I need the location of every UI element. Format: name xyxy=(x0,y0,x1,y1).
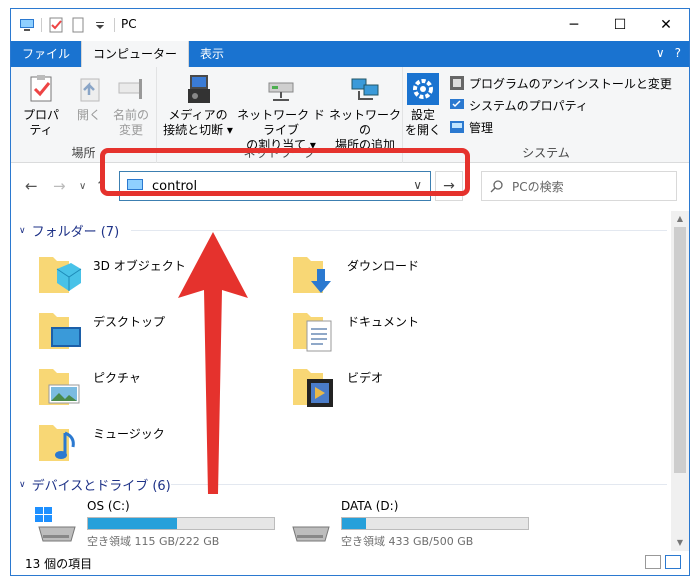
tab-view[interactable]: 表示 xyxy=(189,41,235,67)
settings-gear-icon xyxy=(407,73,439,105)
maximize-button[interactable]: ☐ xyxy=(597,9,643,41)
back-button[interactable]: ← xyxy=(25,177,38,195)
rename-button[interactable]: 名前の 変更 xyxy=(109,73,153,138)
folder-item[interactable]: ピクチャ xyxy=(37,363,141,409)
network-location-icon xyxy=(351,78,379,100)
media-connect-button[interactable]: メディアの 接続と切断 ▾ xyxy=(163,73,233,138)
map-network-drive-button[interactable]: ネットワーク ドライブ の割り当て ▾ xyxy=(235,73,327,153)
open-icon xyxy=(80,78,100,102)
details-view-button[interactable] xyxy=(645,555,661,569)
open-settings-button[interactable]: 設定 を開く xyxy=(405,73,441,138)
uninstall-icon xyxy=(450,76,464,90)
rename-icon xyxy=(118,79,142,99)
window-title: PC xyxy=(121,17,137,31)
drive-free-space: 空き領域 433 GB/500 GB xyxy=(341,535,474,548)
scroll-thumb[interactable] xyxy=(674,227,686,473)
properties-check-icon[interactable] xyxy=(48,17,64,33)
content-pane: ∨ フォルダー (7) 3D オブジェクト ダウンロード デスクトップ ドキュメ… xyxy=(11,211,671,551)
address-highlight-frame xyxy=(100,148,470,196)
folders-group-header[interactable]: ∨ フォルダー (7) xyxy=(19,221,119,240)
folder-item[interactable]: 3D オブジェクト xyxy=(37,251,186,297)
drive-usage-fill xyxy=(88,518,178,529)
search-input[interactable]: PCの検索 xyxy=(481,171,677,201)
drive-name: OS (C:) xyxy=(87,499,130,513)
drive-usage-bar xyxy=(341,517,529,530)
chevron-down-icon: ∨ xyxy=(19,479,26,490)
add-network-location-button[interactable]: ネットワークの 場所の追加 xyxy=(329,73,401,153)
chevron-down-icon: ∨ xyxy=(19,225,26,236)
vertical-scrollbar[interactable]: ▲ ▼ xyxy=(671,211,689,551)
3d-objects-icon xyxy=(39,257,82,293)
drives-group-header[interactable]: ∨ デバイスとドライブ (6) xyxy=(19,475,171,494)
search-placeholder: PCの検索 xyxy=(512,179,564,194)
status-bar: 13 個の項目 xyxy=(11,551,689,575)
folder-item[interactable]: ダウンロード xyxy=(291,251,419,297)
close-button[interactable]: ✕ xyxy=(643,9,689,41)
pc-icon xyxy=(20,19,34,31)
manage-button[interactable]: 管理 xyxy=(449,117,493,137)
drive-item[interactable]: DATA (D:) 空き領域 433 GB/500 GB xyxy=(287,499,529,549)
pictures-icon xyxy=(39,369,80,405)
search-icon xyxy=(490,180,503,193)
red-arrow-annotation xyxy=(178,232,248,494)
folder-item[interactable]: ビデオ xyxy=(291,363,383,409)
folder-item[interactable]: ミュージック xyxy=(37,419,165,465)
documents-icon xyxy=(293,313,332,352)
system-properties-icon xyxy=(450,99,464,109)
explorer-window: PC ─ ☐ ✕ ファイル コンピューター 表示 ∨ ? プロパティ 開く 名前… xyxy=(10,8,690,576)
ribbon-tab-bar: ファイル コンピューター 表示 ∨ ? xyxy=(11,41,689,67)
scroll-down-button[interactable]: ▼ xyxy=(671,535,689,551)
title-bar: PC ─ ☐ ✕ xyxy=(11,9,689,41)
customize-toolbar-icon[interactable] xyxy=(92,17,108,33)
item-count: 13 個の項目 xyxy=(25,557,93,571)
properties-icon xyxy=(30,75,52,102)
drive-usage-bar xyxy=(87,517,275,530)
folder-item[interactable]: ドキュメント xyxy=(291,307,419,353)
desktop-icon xyxy=(39,313,81,349)
drive-item[interactable]: OS (C:) 空き領域 115 GB/222 GB xyxy=(33,499,275,549)
large-icons-view-button[interactable] xyxy=(665,555,681,569)
quick-access-toolbar xyxy=(19,17,115,33)
properties-button[interactable]: プロパティ xyxy=(17,73,65,138)
forward-button[interactable]: → xyxy=(53,177,66,195)
media-icon xyxy=(188,75,210,103)
manage-icon xyxy=(450,121,464,133)
drive-info: OS (C:) 空き領域 115 GB/222 GB xyxy=(87,499,275,549)
view-toggle xyxy=(645,555,681,569)
scroll-up-button[interactable]: ▲ xyxy=(671,211,689,227)
expand-ribbon-button[interactable]: ∨ xyxy=(656,46,665,60)
minimize-button[interactable]: ─ xyxy=(551,9,597,41)
downloads-icon xyxy=(293,257,331,293)
tab-computer[interactable]: コンピューター xyxy=(81,41,190,67)
drive-info: DATA (D:) 空き領域 433 GB/500 GB xyxy=(341,499,529,549)
drive-name: DATA (D:) xyxy=(341,499,399,513)
group-divider xyxy=(131,230,667,231)
window-controls: ─ ☐ ✕ xyxy=(551,9,689,41)
folder-item[interactable]: デスクトップ xyxy=(37,307,165,353)
new-document-icon[interactable] xyxy=(70,17,86,33)
system-properties-button[interactable]: システムのプロパティ xyxy=(449,95,588,115)
videos-icon xyxy=(293,369,333,407)
drive-icon xyxy=(292,526,330,542)
help-button[interactable]: ? xyxy=(675,46,681,60)
tab-file[interactable]: ファイル xyxy=(11,41,81,67)
drive-free-space: 空き領域 115 GB/222 GB xyxy=(87,535,220,548)
open-button[interactable]: 開く xyxy=(71,73,107,123)
windows-drive-icon xyxy=(35,507,76,542)
network-drive-icon xyxy=(268,82,294,101)
recent-locations-button[interactable]: ∨ xyxy=(79,181,86,192)
music-icon xyxy=(39,425,75,461)
uninstall-programs-button[interactable]: プログラムのアンインストールと変更 xyxy=(449,73,672,93)
drive-usage-fill xyxy=(342,518,367,529)
ribbon-right-controls: ∨ ? xyxy=(656,46,681,60)
